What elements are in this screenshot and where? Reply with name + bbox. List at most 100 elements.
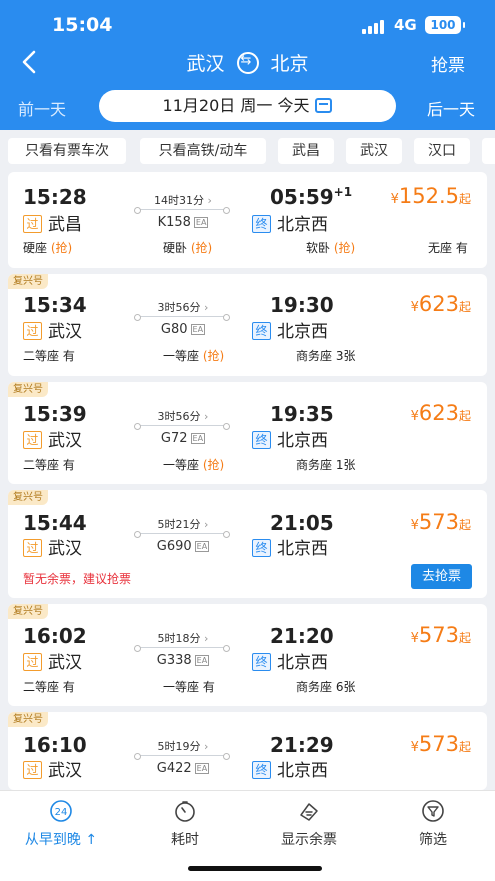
seat-name: 二等座 bbox=[23, 458, 60, 472]
train-number-text: G422 bbox=[156, 761, 192, 776]
tab-label: 从早到晚 bbox=[24, 832, 81, 848]
signal-icon bbox=[362, 20, 384, 34]
arrival-station-name: 北京西 bbox=[277, 322, 328, 342]
seat-info: 二等座 有 bbox=[23, 678, 75, 695]
seat-info: 一等座 有 bbox=[163, 678, 215, 695]
terminus-tag: 终 bbox=[252, 653, 271, 671]
duration[interactable]: 5时19分 bbox=[128, 738, 238, 754]
seat-name: 硬座 bbox=[23, 241, 48, 255]
departure-time: 16:10 bbox=[23, 733, 87, 757]
battery-icon: 100 bbox=[425, 16, 465, 34]
seat-status: (抢) bbox=[202, 458, 225, 472]
price: ¥152.5起 bbox=[391, 184, 471, 208]
filter-station-wuchang[interactable]: 武昌 bbox=[278, 138, 334, 164]
train-number[interactable]: G422 EA bbox=[128, 761, 238, 776]
arrival-time: 05:59+1 bbox=[270, 185, 352, 209]
departure-station-name: 武汉 bbox=[48, 539, 82, 559]
price-suffix: 起 bbox=[458, 740, 471, 754]
price: ¥623起 bbox=[411, 292, 471, 316]
fuxing-badge: 复兴号 bbox=[8, 490, 48, 505]
network-type: 4G bbox=[394, 16, 417, 34]
arrival-station: 终北京西 bbox=[252, 648, 328, 673]
duration[interactable]: 5时18分 bbox=[128, 630, 238, 646]
train-number-text: K158 bbox=[157, 215, 191, 230]
train-card[interactable]: 复兴号 15:34 过武汉 3时56分 G80EA 19:30 终北京西 ¥62… bbox=[8, 274, 487, 376]
seat-info: 一等座 (抢) bbox=[163, 456, 224, 473]
departure-time: 16:02 bbox=[23, 624, 87, 648]
seat-name: 二等座 bbox=[23, 349, 60, 363]
prev-day-button[interactable]: 前一天 bbox=[18, 96, 66, 120]
pass-tag: 过 bbox=[23, 322, 42, 340]
pass-tag: 过 bbox=[23, 431, 42, 449]
departure-station-name: 武汉 bbox=[48, 322, 82, 342]
train-card[interactable]: 复兴号 16:10 过武汉 5时19分 G422EA 21:29 终北京西 ¥5… bbox=[8, 712, 487, 790]
filter-high-speed[interactable]: 只看高铁/动车 bbox=[140, 138, 266, 164]
seat-status: (抢) bbox=[333, 241, 356, 255]
filter-more-chip[interactable] bbox=[482, 138, 495, 164]
train-number-text: G338 bbox=[156, 653, 192, 668]
train-card[interactable]: 复兴号 15:44 过武汉 5时21分 G690EA 21:05 终北京西 ¥5… bbox=[8, 490, 487, 598]
price: ¥573起 bbox=[411, 623, 471, 647]
tab-duration[interactable]: 耗时 bbox=[130, 799, 240, 849]
train-number[interactable]: G80 EA bbox=[128, 322, 238, 337]
train-card[interactable]: 复兴号 15:39 过武汉 3时56分 G72EA 19:35 终北京西 ¥62… bbox=[8, 382, 487, 484]
fuxing-badge: 复兴号 bbox=[8, 382, 48, 397]
price-value: 623 bbox=[418, 401, 459, 425]
train-number[interactable]: G338 EA bbox=[128, 653, 238, 668]
departure-time: 15:28 bbox=[23, 185, 87, 209]
terminus-tag: 终 bbox=[252, 215, 271, 233]
swap-icon[interactable] bbox=[236, 51, 259, 74]
departure-station-name: 武汉 bbox=[48, 653, 82, 673]
filter-icon bbox=[422, 800, 444, 822]
seat-name: 一等座 bbox=[163, 680, 200, 694]
duration[interactable]: 3时56分 bbox=[128, 299, 238, 315]
fuxing-badge: 复兴号 bbox=[8, 712, 48, 727]
seat-name: 一等座 bbox=[163, 349, 200, 363]
duration[interactable]: 5时21分 bbox=[128, 516, 238, 532]
seat-info: 软卧 (抢) bbox=[306, 239, 355, 256]
arrival-station-name: 北京西 bbox=[277, 431, 328, 451]
terminus-tag: 终 bbox=[252, 431, 271, 449]
seat-status: 1张 bbox=[335, 458, 356, 472]
arrival-station: 终北京西 bbox=[252, 756, 328, 781]
seat-status: 3张 bbox=[335, 349, 356, 363]
seat-status: 有 bbox=[62, 349, 75, 363]
filter-station-wuhan[interactable]: 武汉 bbox=[346, 138, 402, 164]
date-picker[interactable]: 11月20日 周一 今天 bbox=[99, 90, 396, 122]
duration[interactable]: 3时56分 bbox=[128, 408, 238, 424]
currency-symbol: ¥ bbox=[410, 631, 419, 646]
date-label: 11月20日 周一 今天 bbox=[162, 96, 310, 115]
from-station[interactable]: 武汉 bbox=[186, 49, 224, 76]
duration[interactable]: 14时31分 bbox=[128, 192, 238, 208]
grab-ticket-button[interactable]: 抢票 bbox=[431, 51, 465, 76]
go-grab-button[interactable]: 去抢票 bbox=[411, 564, 472, 589]
train-card[interactable]: 复兴号 16:02 过武汉 5时18分 G338EA 21:20 终北京西 ¥5… bbox=[8, 604, 487, 706]
currency-symbol: ¥ bbox=[390, 192, 399, 207]
pass-tag: 过 bbox=[23, 761, 42, 779]
tab-label: 耗时 bbox=[171, 832, 199, 848]
to-station[interactable]: 北京 bbox=[271, 49, 309, 76]
seat-name: 商务座 bbox=[296, 458, 333, 472]
arrival-station: 终北京西 bbox=[252, 534, 328, 559]
train-number[interactable]: G72 EA bbox=[128, 431, 238, 446]
tab-filter[interactable]: 筛选 bbox=[378, 799, 488, 849]
tab-show-remaining[interactable]: 显示余票 bbox=[254, 799, 364, 849]
seat-info: 商务座 6张 bbox=[296, 678, 355, 695]
price: ¥573起 bbox=[411, 732, 471, 756]
filter-station-hankou[interactable]: 汉口 bbox=[414, 138, 470, 164]
e-ticket-icon: EA bbox=[194, 655, 210, 666]
next-day-button[interactable]: 后一天 bbox=[427, 96, 475, 120]
seat-info: 无座 有 bbox=[428, 239, 468, 256]
arrival-time: 19:35 bbox=[270, 402, 334, 426]
tab-label: 筛选 bbox=[419, 832, 447, 848]
seat-info: 商务座 3张 bbox=[296, 347, 355, 364]
calendar-icon bbox=[315, 98, 333, 113]
price-suffix: 起 bbox=[458, 192, 471, 206]
tab-sort-early-to-late[interactable]: 24 从早到晚 ↑ bbox=[6, 799, 116, 849]
currency-symbol: ¥ bbox=[410, 300, 419, 315]
train-number[interactable]: K158 EA bbox=[128, 215, 238, 230]
seat-info: 商务座 1张 bbox=[296, 456, 355, 473]
train-number[interactable]: G690 EA bbox=[128, 539, 238, 554]
filter-has-tickets[interactable]: 只看有票车次 bbox=[8, 138, 126, 164]
train-card[interactable]: 15:28 过武昌 14时31分 K158EA 05:59+1 终北京西 ¥15… bbox=[8, 172, 487, 268]
